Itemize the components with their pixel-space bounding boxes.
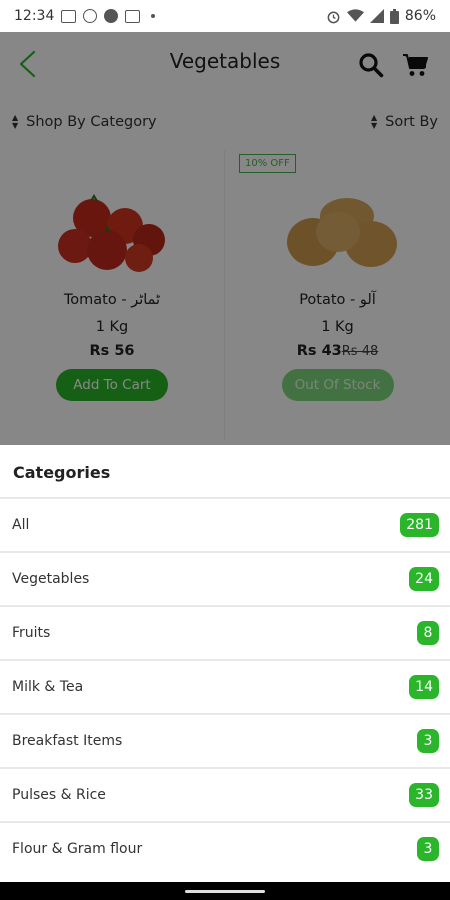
category-row[interactable]: Flour & Gram flour 3 [0, 821, 450, 875]
navigation-bar [0, 882, 450, 900]
category-label: Milk & Tea [12, 679, 84, 695]
status-time: 12:34 [14, 8, 55, 24]
category-count-badge: 281 [400, 513, 439, 537]
more-notifications-icon [151, 14, 156, 18]
battery-icon [389, 8, 399, 24]
category-row[interactable]: All 281 [0, 497, 450, 551]
facebook-icon [104, 9, 119, 23]
category-row[interactable]: Vegetables 24 [0, 551, 450, 605]
category-count-badge: 14 [409, 675, 439, 699]
alarm-icon [327, 11, 340, 23]
category-count-badge: 8 [417, 621, 439, 645]
category-label: Fruits [12, 625, 51, 641]
category-row[interactable]: Fruits 8 [0, 605, 450, 659]
category-label: Breakfast Items [12, 733, 123, 749]
category-count-badge: 3 [417, 729, 439, 753]
category-count-badge: 33 [409, 783, 439, 807]
category-row[interactable]: Breakfast Items 3 [0, 713, 450, 767]
category-label: All [12, 517, 30, 533]
category-label: Vegetables [12, 571, 90, 587]
scrim-overlay[interactable] [0, 32, 450, 445]
category-list: All 281 Vegetables 24 Fruits 8 Milk & Tea 14 Bre… [0, 497, 450, 875]
notification-b-icon [83, 9, 98, 23]
status-bar: 12:34 86% [0, 0, 450, 32]
gallery-icon [61, 9, 77, 23]
category-row[interactable]: Milk & Tea 14 [0, 659, 450, 713]
app-notification-icon [125, 9, 141, 23]
signal-icon [369, 9, 384, 23]
category-count-badge: 24 [409, 567, 439, 591]
category-row[interactable]: Pulses & Rice 33 [0, 767, 450, 821]
category-label: Pulses & Rice [12, 787, 106, 803]
category-label: Flour & Gram flour [12, 841, 143, 857]
wifi-icon [346, 9, 364, 22]
category-count-badge: 3 [417, 837, 439, 861]
sheet-title: Categories [13, 463, 111, 482]
home-gesture-handle[interactable] [185, 890, 265, 893]
battery-level: 86% [404, 8, 436, 24]
categories-sheet: Categories All 281 Vegetables 24 Fruits 8 Milk… [0, 445, 450, 882]
